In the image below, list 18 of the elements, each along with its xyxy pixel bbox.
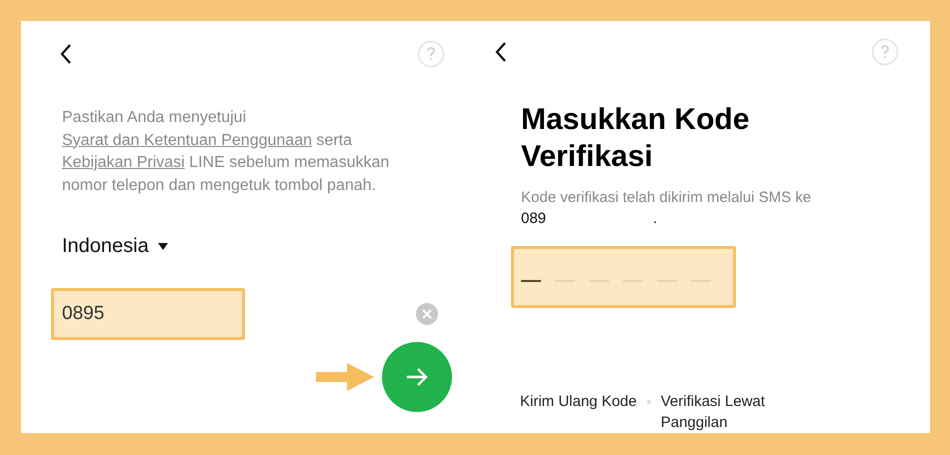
phone-number: 089 [521,210,546,227]
resend-link[interactable]: Kirim Ulang Kode [520,391,637,412]
help-icon[interactable] [871,38,899,66]
back-icon[interactable] [60,44,72,64]
help-icon[interactable] [417,40,445,68]
pointer-arrow [316,363,374,391]
clear-icon[interactable] [416,303,438,325]
page-title: Masukkan Kode Verifikasi [521,102,750,175]
call-link[interactable]: Verifikasi Lewat Panggilan [660,391,796,433]
phone-field[interactable]: 0895 [51,288,245,340]
country-selector[interactable]: Indonesia [62,235,149,258]
terms-notice: Pastikan Anda menyetujui Syarat dan Ketentuan Penggunaan serta Kebijakan Privasi LINE sebelum memasukkan nomor telepon dan mengetuk tombol panah. [62,108,390,196]
sms-notice: Kode verifikasi telah dikirim melalui SMS ke [521,189,812,206]
period: . [653,210,658,227]
caret-icon[interactable] [158,243,168,250]
arrow-right-icon [406,368,428,386]
code-field[interactable] [511,246,736,308]
back-icon[interactable] [495,42,507,62]
